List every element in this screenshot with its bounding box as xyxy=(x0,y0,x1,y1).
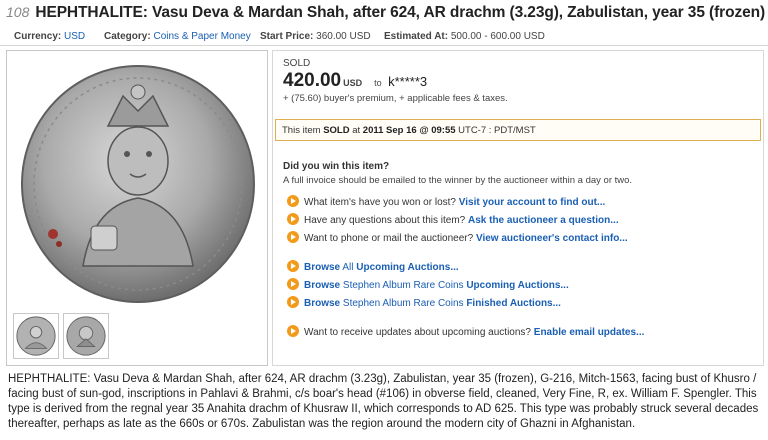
start-price-label: Start Price: xyxy=(260,31,314,42)
estimate-info: Estimated At: 500.00 - 600.00 USD xyxy=(384,31,545,42)
to-word: to xyxy=(374,78,382,88)
ask-question-link[interactable]: Ask the auctioneer a question... xyxy=(468,215,619,226)
browse-scope[interactable]: Stephen Album Rare Coins xyxy=(343,298,464,309)
arrow-right-icon xyxy=(287,296,299,309)
action-text: Want to phone or mail the auctioneer? xyxy=(304,233,474,244)
action-account: What item's have you won or lost? Visit … xyxy=(287,195,605,211)
browse-word[interactable]: Browse xyxy=(304,298,340,309)
action-contact: Want to phone or mail the auctioneer? Vi… xyxy=(287,231,628,247)
browse-upcoming-all[interactable]: Browse All Upcoming Auctions... xyxy=(287,260,459,276)
lot-title-row: 108 HEPHTHALITE: Vasu Deva & Mardan Shah,… xyxy=(6,4,766,26)
contact-info-link[interactable]: View auctioneer's contact info... xyxy=(476,233,628,244)
browse-scope[interactable]: Stephen Album Rare Coins xyxy=(343,280,464,291)
browse-target[interactable]: Finished Auctions... xyxy=(466,298,561,309)
sold-date-box: This item SOLD at 2011 Sep 16 @ 09:55 UT… xyxy=(275,119,761,141)
browse-word[interactable]: Browse xyxy=(304,262,340,273)
category-link[interactable]: Coins & Paper Money xyxy=(153,31,250,42)
action-text: Have any questions about this item? xyxy=(304,215,466,226)
win-note: A full invoice should be emailed to the … xyxy=(283,175,633,186)
arrow-right-icon xyxy=(287,231,299,244)
browse-word[interactable]: Browse xyxy=(304,280,340,291)
browse-target[interactable]: Upcoming Auctions... xyxy=(356,262,458,273)
start-price-info: Start Price: 360.00 USD xyxy=(260,31,371,42)
visit-account-link[interactable]: Visit your account to find out... xyxy=(459,197,605,208)
start-price-value: 360.00 USD xyxy=(316,31,371,42)
coin-thumbnail-obverse[interactable] xyxy=(13,313,59,359)
browse-target[interactable]: Upcoming Auctions... xyxy=(466,280,568,291)
arrow-right-icon xyxy=(287,278,299,291)
arrow-right-icon xyxy=(287,260,299,273)
action-text: What item's have you won or lost? xyxy=(304,197,456,208)
sold-prefix: This item xyxy=(282,125,321,136)
price-currency: USD xyxy=(343,78,363,88)
currency-link[interactable]: USD xyxy=(64,31,85,42)
lot-title: HEPHTHALITE: Vasu Deva & Mardan Shah, af… xyxy=(35,4,766,21)
lot-meta-bar: Currency: USD Category: Coins & Paper Mo… xyxy=(0,28,768,46)
sold-word: SOLD xyxy=(323,125,350,136)
coin-main-image[interactable] xyxy=(13,56,263,308)
browse-scope[interactable]: All xyxy=(342,262,353,273)
category-label: Category: xyxy=(104,31,151,42)
currency-info: Currency: USD xyxy=(14,31,85,42)
action-updates: Want to receive updates about upcoming a… xyxy=(287,325,645,341)
sold-at: at xyxy=(352,125,361,136)
updates-text: Want to receive updates about upcoming a… xyxy=(304,327,531,338)
price-line: 420.00 USD to k*****3 xyxy=(283,70,427,92)
premium-note: + (75.60) buyer's premium, + applicable … xyxy=(283,93,508,104)
enable-email-updates-link[interactable]: Enable email updates... xyxy=(534,327,645,338)
lot-description: HEPHTHALITE: Vasu Deva & Mardan Shah, af… xyxy=(8,373,759,430)
arrow-right-icon xyxy=(287,325,299,338)
sold-price: 420.00 xyxy=(283,70,342,91)
browse-finished-seller[interactable]: Browse Stephen Album Rare Coins Finished… xyxy=(287,296,561,312)
currency-label: Currency: xyxy=(14,31,62,42)
category-info: Category: Coins & Paper Money xyxy=(104,31,251,42)
sold-date: 2011 Sep 16 @ 09:55 xyxy=(362,125,456,136)
win-question: Did you win this item? xyxy=(283,161,390,172)
estimate-label: Estimated At: xyxy=(384,31,449,42)
arrow-right-icon xyxy=(287,195,299,208)
sale-status: SOLD xyxy=(283,58,311,69)
estimate-value: 500.00 - 600.00 USD xyxy=(450,31,545,42)
arrow-right-icon xyxy=(287,213,299,226)
lot-number: 108 xyxy=(6,4,30,20)
coin-image-panel xyxy=(6,50,268,366)
action-question: Have any questions about this item? Ask … xyxy=(287,213,619,229)
sale-info-panel: SOLD 420.00 USD to k*****3 + (75.60) buyer… xyxy=(272,50,764,366)
coin-thumbnail-reverse[interactable] xyxy=(63,313,109,359)
sold-timezone: UTC-7 : PDT/MST xyxy=(458,125,536,136)
buyer-id: k*****3 xyxy=(388,74,428,89)
browse-upcoming-seller[interactable]: Browse Stephen Album Rare Coins Upcoming… xyxy=(287,278,569,294)
